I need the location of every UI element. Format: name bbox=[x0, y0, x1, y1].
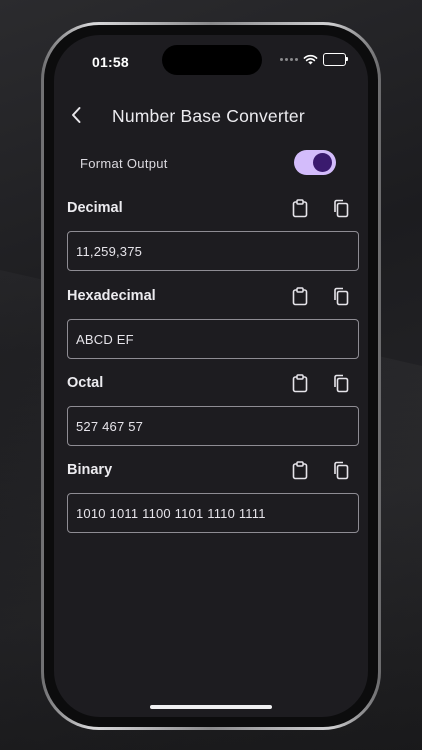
copy-binary-button[interactable] bbox=[329, 459, 351, 481]
copy-octal-button[interactable] bbox=[329, 372, 351, 394]
copy-decimal-button[interactable] bbox=[329, 197, 351, 219]
octal-input[interactable]: 527 467 57 bbox=[67, 406, 359, 446]
paste-octal-button[interactable] bbox=[289, 372, 311, 394]
format-output-row: Format Output bbox=[54, 147, 368, 177]
hexadecimal-field: Hexadecimal ABCD EF bbox=[67, 283, 359, 359]
phone-frame: 01:58 Number Base Converter Format Outpu… bbox=[41, 22, 381, 730]
status-time: 01:58 bbox=[92, 54, 129, 70]
decimal-value: 11,259,375 bbox=[76, 244, 143, 259]
paste-decimal-button[interactable] bbox=[289, 197, 311, 219]
clipboard-icon bbox=[292, 198, 308, 217]
cellular-signal-icon bbox=[280, 58, 298, 61]
page-title: Number Base Converter bbox=[112, 106, 305, 126]
copy-icon bbox=[333, 287, 348, 305]
decimal-field: Decimal 11,259,375 bbox=[67, 195, 359, 271]
wifi-icon bbox=[303, 54, 318, 65]
binary-value: 1010 1011 1100 1101 1110 1111 bbox=[76, 506, 266, 521]
octal-value: 527 467 57 bbox=[76, 419, 144, 434]
phone-bezel: 01:58 Number Base Converter Format Outpu… bbox=[44, 25, 378, 727]
chevron-left-icon bbox=[72, 107, 81, 123]
decimal-label: Decimal bbox=[67, 200, 123, 216]
field-header: Octal bbox=[67, 370, 359, 398]
octal-label: Octal bbox=[67, 375, 104, 391]
status-bar: 01:58 bbox=[54, 35, 368, 79]
binary-field: Binary 1010 1011 1100 1101 1110 1111 bbox=[67, 457, 359, 533]
binary-input[interactable]: 1010 1011 1100 1101 1110 1111 bbox=[67, 493, 359, 533]
hexadecimal-label: Hexadecimal bbox=[67, 288, 156, 304]
paste-binary-button[interactable] bbox=[289, 459, 311, 481]
battery-icon bbox=[323, 53, 348, 66]
clipboard-icon bbox=[292, 373, 308, 392]
navigation-bar: Number Base Converter bbox=[54, 97, 368, 137]
format-output-label: Format Output bbox=[80, 156, 168, 171]
octal-field: Octal 527 467 57 bbox=[67, 370, 359, 446]
hexadecimal-input[interactable]: ABCD EF bbox=[67, 319, 359, 359]
status-icons bbox=[280, 53, 348, 66]
clipboard-icon bbox=[292, 460, 308, 479]
field-header: Decimal bbox=[67, 195, 359, 223]
hexadecimal-value: ABCD EF bbox=[76, 332, 134, 347]
home-indicator[interactable] bbox=[150, 705, 272, 709]
toggle-knob bbox=[313, 153, 332, 172]
copy-icon bbox=[333, 461, 348, 479]
dynamic-island bbox=[162, 45, 262, 75]
copy-icon bbox=[333, 374, 348, 392]
back-button[interactable] bbox=[64, 103, 88, 127]
binary-label: Binary bbox=[67, 462, 113, 478]
paste-hexadecimal-button[interactable] bbox=[289, 285, 311, 307]
app-screen: 01:58 Number Base Converter Format Outpu… bbox=[54, 35, 368, 717]
format-output-toggle[interactable] bbox=[294, 150, 336, 175]
field-header: Hexadecimal bbox=[67, 283, 359, 311]
field-header: Binary bbox=[67, 457, 359, 485]
decimal-input[interactable]: 11,259,375 bbox=[67, 231, 359, 271]
copy-hexadecimal-button[interactable] bbox=[329, 285, 351, 307]
copy-icon bbox=[333, 199, 348, 217]
clipboard-icon bbox=[292, 286, 308, 305]
